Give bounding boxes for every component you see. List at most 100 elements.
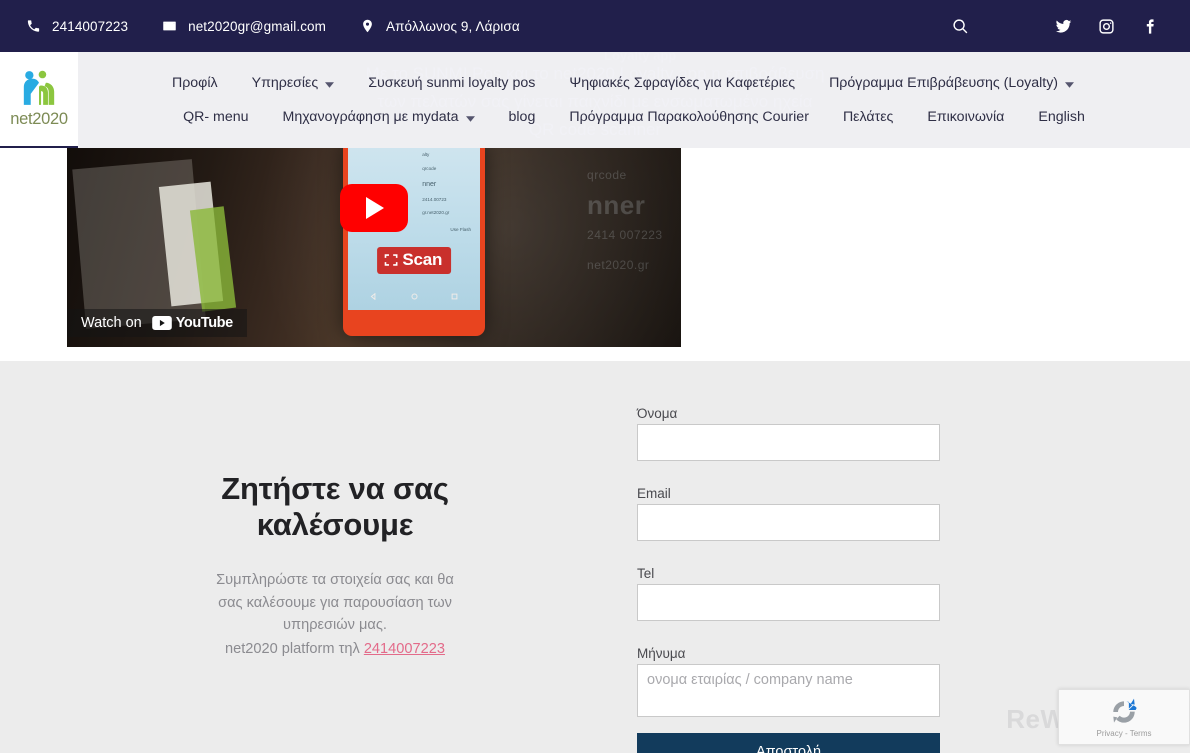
- nav-item-mydata[interactable]: Μηχανογράφηση με mydata: [283, 109, 475, 125]
- envelope-icon: [163, 21, 176, 31]
- video-overlay-sub1: 2414 007223: [587, 227, 663, 242]
- topbar-phone[interactable]: 2414007223: [26, 18, 128, 34]
- video-overlay-sub2: net2020.gr: [587, 257, 650, 272]
- nav-item-loyalty-programma[interactable]: Πρόγραμμα Επιβράβευσης (Loyalty): [829, 75, 1075, 91]
- nav-item-sunmi-loyalty-pos[interactable]: Συσκευή sunmi loyalty pos: [368, 75, 535, 91]
- top-contact-bar: 2414007223 net2020gr@gmail.com Απόλλωνος…: [0, 0, 1190, 52]
- scan-button: Scan: [377, 246, 452, 274]
- nav-item-profil[interactable]: Προφίλ: [172, 75, 218, 91]
- scan-label: Scan: [402, 249, 443, 269]
- play-triangle-icon: [365, 196, 384, 219]
- nav-item-pelates[interactable]: Πελάτες: [843, 109, 893, 125]
- phone-screen-line5: gr.net2020.gr: [422, 210, 450, 216]
- contact-copy: Ζητήστε να σας καλέσουμε Συμπληρώστε τα …: [165, 471, 505, 660]
- nav-label: English: [1038, 109, 1085, 125]
- topbar-email-label: net2020gr@gmail.com: [188, 18, 327, 34]
- phone-screen-line2: qrcode: [422, 165, 437, 171]
- video-overlay-text: qrcode nner 2414 007223 net2020.gr: [587, 160, 663, 280]
- contact-phone-link[interactable]: 2414007223: [364, 641, 445, 657]
- nav-label: Υπηρεσίες: [251, 75, 319, 91]
- phone-navbar: [353, 286, 475, 306]
- video-overlay-title: nner: [587, 189, 646, 220]
- topbar-email[interactable]: net2020gr@gmail.com: [162, 18, 326, 34]
- nav-item-epikoinonia[interactable]: Επικοινωνία: [927, 109, 1004, 125]
- watch-on-youtube-button[interactable]: Watch on YouTube: [67, 309, 247, 337]
- page-title: Ζητήστε να σας καλέσουμε: [221, 471, 449, 542]
- nav-item-courier[interactable]: Πρόγραμμα Παρακολούθησης Courier: [569, 109, 809, 125]
- video-phone-prop: alty qrcode nner 2414.00723 gr.net2020.g…: [343, 148, 486, 337]
- twitter-icon[interactable]: [1055, 18, 1072, 35]
- nav-item-psifiakes-sfragides[interactable]: Ψηφιακές Σφραγίδες για Καφετέριες: [569, 75, 795, 91]
- video-section: qrcode nner 2414 007223 net2020.gr alty …: [0, 148, 1190, 361]
- youtube-video-embed[interactable]: qrcode nner 2414 007223 net2020.gr alty …: [67, 148, 681, 347]
- chevron-down-icon: [325, 81, 335, 88]
- logo-wordmark: net2020: [10, 110, 68, 128]
- phone-icon: [27, 20, 40, 32]
- contact-description: Συμπληρώστε τα στοιχεία σας και θα σας κ…: [216, 572, 454, 633]
- message-field-label: Μήνυμα: [637, 646, 686, 661]
- recaptcha-terms-label: Privacy - Terms: [1096, 729, 1152, 738]
- watch-on-label: Watch on: [81, 315, 142, 331]
- recaptcha-icon: [1113, 698, 1137, 723]
- nav-row-1: Προφίλ Υπηρεσίες Συσκευή sunmi loyalty p…: [78, 66, 1190, 100]
- topbar-actions: [952, 18, 1190, 35]
- page-root: 2414007223 net2020gr@gmail.com Απόλλωνος…: [0, 0, 1190, 753]
- youtube-label: YouTube: [175, 315, 233, 331]
- topbar-contact-group: 2414007223 net2020gr@gmail.com Απόλλωνος…: [0, 18, 520, 34]
- nav-label: blog: [508, 109, 536, 125]
- search-icon[interactable]: [952, 18, 969, 35]
- youtube-icon: [151, 316, 172, 330]
- nav-item-english[interactable]: English: [1038, 109, 1085, 125]
- nav-label: Συσκευή sunmi loyalty pos: [368, 75, 536, 91]
- phone-screen-line1: alty: [422, 152, 430, 158]
- phone-screen-line3: nner: [422, 180, 437, 188]
- chevron-down-icon: [465, 115, 475, 122]
- contact-platform-prefix: net2020 platform τηλ: [225, 640, 364, 657]
- nav-label: Μηχανογράφηση με mydata: [282, 109, 459, 125]
- tel-field-label: Tel: [637, 566, 655, 581]
- nav-label: Ψηφιακές Σφραγίδες για Καφετέριες: [569, 75, 796, 91]
- youtube-badge: YouTube: [151, 315, 233, 331]
- phone-screen-line4: 2414.00723: [422, 197, 447, 203]
- play-button[interactable]: [340, 183, 408, 232]
- topbar-phone-label: 2414007223: [52, 18, 129, 34]
- topbar-address-label: Απόλλωνος 9, Λάρισα: [386, 18, 520, 34]
- nav-label: QR- menu: [183, 109, 249, 125]
- topbar-address[interactable]: Απόλλωνος 9, Λάρισα: [360, 18, 520, 34]
- video-overlay-sub0: qrcode: [587, 167, 627, 182]
- scan-frame-icon: [384, 254, 398, 266]
- nav-label: Πρόγραμμα Παρακολούθησης Courier: [569, 109, 809, 125]
- name-field-label: Όνομα: [637, 406, 678, 421]
- nav-label: Πρόγραμμα Επιβράβευσης (Loyalty): [829, 75, 1059, 91]
- android-recents-icon: [452, 293, 458, 299]
- facebook-icon[interactable]: [1141, 18, 1158, 35]
- main-navigation: Προφίλ Υπηρεσίες Συσκευή sunmi loyalty p…: [78, 52, 1190, 148]
- name-input[interactable]: [637, 424, 940, 461]
- callback-request-form: Όνομα Email Tel Μήνυμα Αποστολή: [637, 406, 940, 753]
- instagram-icon[interactable]: [1098, 18, 1115, 35]
- tel-input[interactable]: [637, 584, 940, 621]
- nav-item-ypiresies[interactable]: Υπηρεσίες: [252, 75, 335, 91]
- net2020-logo-icon: [23, 70, 55, 105]
- submit-button[interactable]: Αποστολή: [637, 733, 940, 753]
- message-textarea[interactable]: [637, 664, 940, 717]
- recaptcha-badge[interactable]: Privacy - Terms: [1058, 689, 1190, 745]
- email-input[interactable]: [637, 504, 940, 541]
- nav-item-blog[interactable]: blog: [509, 109, 536, 125]
- nav-label: Προφίλ: [171, 75, 218, 91]
- nav-label: Πελάτες: [842, 109, 894, 125]
- nav-label: Επικοινωνία: [927, 109, 1005, 125]
- nav-row-2: QR- menu Μηχανογράφηση με mydata blog Πρ…: [78, 100, 1190, 134]
- nav-item-qr-menu[interactable]: QR- menu: [183, 109, 248, 125]
- location-pin-icon: [363, 19, 372, 33]
- contact-section: Ζητήστε να σας καλέσουμε Συμπληρώστε τα …: [0, 361, 1190, 753]
- site-logo[interactable]: net2020: [0, 52, 78, 146]
- phone-use-flash-label: Use Flash: [450, 227, 472, 233]
- chevron-down-icon: [1065, 81, 1075, 88]
- android-home-icon: [411, 293, 418, 300]
- email-field-label: Email: [637, 486, 671, 501]
- android-back-icon: [370, 292, 376, 300]
